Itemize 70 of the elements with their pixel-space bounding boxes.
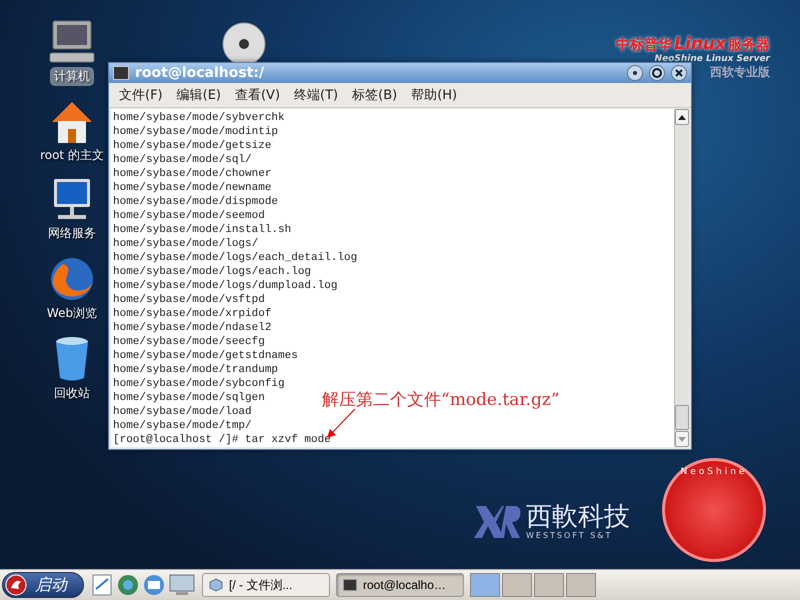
start-button[interactable]: 启动 (2, 572, 84, 598)
minimize-button[interactable] (627, 65, 643, 81)
brand-name: 中标普华 (616, 36, 672, 54)
terminal-line: home/sybase/mode/sybconfig (113, 377, 285, 391)
terminal-line: home/sybase/mode/xrpidof (113, 307, 272, 321)
globe-icon[interactable] (116, 573, 140, 597)
terminal-line: home/sybase/mode/trandump (113, 363, 278, 377)
desktop-icon-label[interactable]: 网络服务 (48, 225, 96, 242)
dot-icon (633, 71, 637, 75)
terminal-icon (343, 579, 357, 591)
close-button[interactable] (671, 65, 687, 81)
terminal-line: home/sybase/mode/getsize (113, 139, 272, 153)
task-button[interactable]: root@localho… (336, 573, 464, 597)
terminal-line: home/sybase/mode/tmp/ (113, 419, 252, 433)
menu-item[interactable]: 标签(B) (352, 86, 398, 104)
fox-globe-icon[interactable] (48, 256, 95, 302)
brand-subtitle: NeoShine Linux Server (654, 54, 770, 64)
company-name: 西軟科技 (526, 503, 630, 531)
scroll-up-icon[interactable] (678, 114, 686, 120)
menu-item[interactable]: 编辑(E) (176, 86, 221, 104)
brand-server: 服务器 (728, 36, 770, 54)
terminal-line: home/sybase/mode/load (113, 405, 252, 419)
maximize-button[interactable] (649, 65, 665, 81)
seal-logo: NeoShine (662, 458, 766, 562)
menu-item[interactable]: 终端(T) (294, 86, 338, 104)
menu-item[interactable]: 查看(V) (234, 86, 280, 104)
terminal-line: home/sybase/mode/newname (113, 181, 272, 195)
terminal-line: home/sybase/mode/getstdnames (113, 349, 298, 363)
close-icon (675, 69, 683, 77)
monitor-icon[interactable] (168, 573, 196, 597)
scrollbar[interactable] (674, 109, 689, 447)
company-subtitle: WESTSOFT S&T (526, 531, 614, 540)
terminal-line: home/sybase/mode/modintip (113, 125, 278, 139)
task-button[interactable]: [/ - 文件浏... (202, 573, 330, 597)
menu-item[interactable]: 文件(F) (119, 86, 163, 104)
cube-icon (209, 578, 223, 592)
terminal-line: home/sybase/mode/logs/each_detail.log (113, 251, 358, 265)
menu-item[interactable]: 帮助(H) (411, 86, 458, 104)
desktop-icon-label[interactable]: 回收站 (54, 385, 90, 402)
computer-icon[interactable] (49, 20, 95, 64)
scroll-thumb[interactable] (675, 405, 689, 430)
desktop-icon-label[interactable]: root 的主文 (40, 147, 104, 164)
terminal-line: home/sybase/mode/dispmode (113, 195, 278, 209)
terminal-line: home/sybase/mode/sqlgen (113, 391, 265, 405)
terminal-line: home/sybase/mode/sybverchk (113, 111, 285, 125)
annotation-text: 解压第二个文件“mode.tar.gz” (322, 389, 560, 411)
bird-logo-icon (5, 574, 27, 596)
terminal-line: home/sybase/mode/vsftpd (113, 293, 265, 307)
terminal-line: home/sybase/mode/seecfg (113, 335, 265, 349)
brand-linux: Linux (674, 34, 726, 54)
desktop-icon-label[interactable]: 计算机 (50, 67, 94, 86)
terminal-icon (113, 66, 129, 80)
house-icon[interactable] (50, 100, 94, 144)
terminal-line: home/sybase/mode/install.sh (113, 223, 292, 237)
circle-icon (652, 68, 662, 78)
desktop-icon-label[interactable]: Web浏览 (46, 305, 98, 322)
company-logo-icon (474, 504, 522, 540)
mail-icon[interactable] (142, 573, 166, 597)
window-title: root@localhost:/ (135, 65, 266, 81)
terminal-line: home/sybase/mode/logs/each.log (113, 265, 312, 279)
terminal-line: home/sybase/mode/sql/ (113, 153, 252, 167)
terminal-line: home/sybase/mode/logs/dumpload.log (113, 279, 338, 293)
scroll-down-icon[interactable] (678, 436, 686, 442)
terminal-line: home/sybase/mode/chowner (113, 167, 272, 181)
terminal-line: [root@localhost /]# tar xzvf mode (113, 433, 331, 447)
brand-edition: 西软专业版 (710, 64, 770, 81)
terminal-line: home/sybase/mode/seemod (113, 209, 265, 223)
terminal-line: home/sybase/mode/logs/ (113, 237, 258, 251)
notepad-icon[interactable] (90, 573, 114, 597)
terminal-line: home/sybase/mode/ndasel2 (113, 321, 272, 335)
